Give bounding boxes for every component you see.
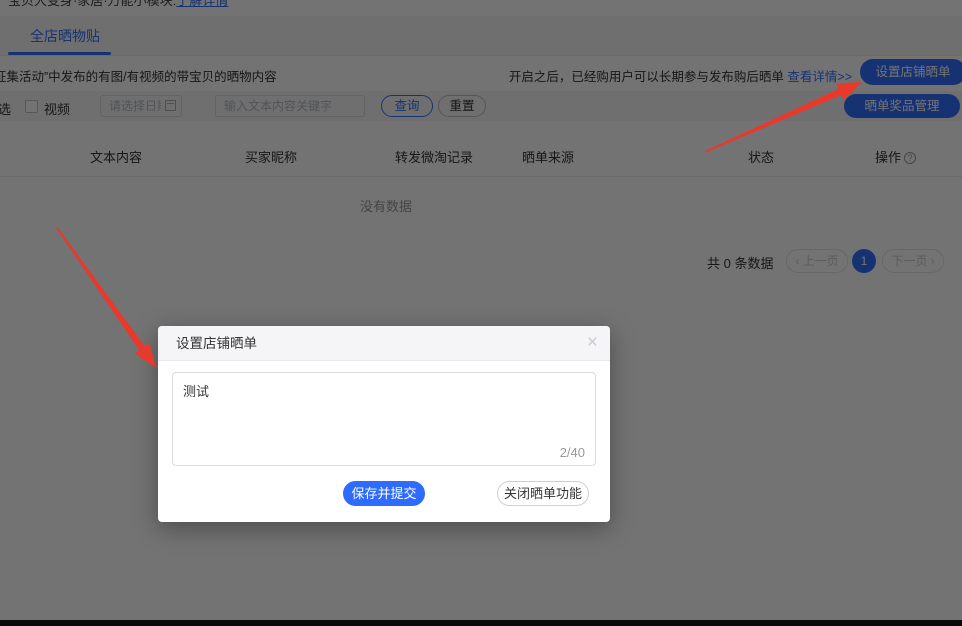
share-text-field-wrap: 测试 2/40 [172,372,596,466]
modal-header: 设置店铺晒单 × [158,326,610,361]
char-counter: 2/40 [560,445,585,460]
modal-overlay[interactable] [0,0,962,626]
close-feature-button[interactable]: 关闭晒单功能 [497,481,589,506]
screen: 宝贝大变身·家居·万能小模块:了解详情 全店晒物贴 征集活动”中发布的有图/有视… [0,0,962,626]
modal-title: 设置店铺晒单 [176,326,257,361]
close-icon[interactable]: × [587,331,598,355]
save-submit-button[interactable]: 保存并提交 [343,481,425,506]
setup-shop-share-modal: 设置店铺晒单 × 测试 2/40 保存并提交 关闭晒单功能 [158,326,610,522]
share-text-input[interactable]: 测试 [173,373,595,445]
